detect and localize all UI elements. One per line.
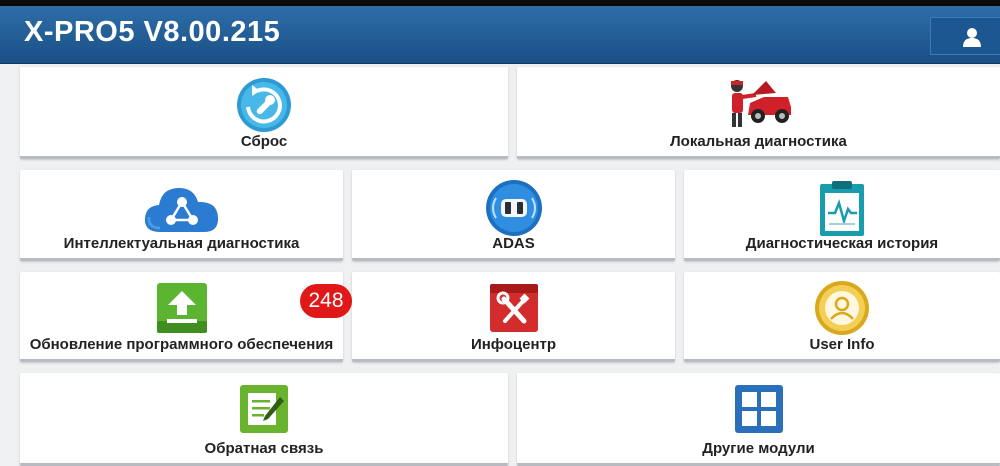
notepad-pencil-icon <box>240 385 288 433</box>
adas-car-radar-icon <box>485 180 542 236</box>
app-title: X-PRO5 V8.00.215 <box>24 16 281 48</box>
intelligent-diagnostics-tile[interactable]: Интеллектуальная диагностика <box>20 170 343 261</box>
app-header: X-PRO5 V8.00.215 <box>0 6 1000 64</box>
toolbox-icon <box>489 284 538 332</box>
intelligent-diagnostics-label: Интеллектуальная диагностика <box>63 235 300 252</box>
local-diagnostics-tile[interactable]: Локальная диагностика <box>517 67 1000 159</box>
feedback-tile[interactable]: Обратная связь <box>20 373 508 466</box>
infocenter-label: Инфоцентр <box>470 336 557 353</box>
grid-modules-icon <box>734 385 783 433</box>
software-update-tile[interactable]: 248 Обновление программного обеспечения <box>20 272 352 362</box>
update-count-badge: 248 <box>300 284 352 318</box>
user-icon <box>963 28 981 47</box>
adas-tile[interactable]: ADAS <box>352 170 675 261</box>
user-profile-icon <box>815 281 869 335</box>
clipboard-chart-icon <box>820 181 864 236</box>
user-account-button[interactable] <box>930 17 1000 55</box>
upload-arrow-icon <box>156 283 207 333</box>
cloud-share-icon <box>144 188 218 232</box>
user-info-tile[interactable]: User Info <box>684 272 1000 362</box>
infocenter-tile[interactable]: Инфоцентр <box>352 272 675 362</box>
reset-label: Сброс <box>240 133 288 150</box>
reset-wrench-icon <box>237 78 291 132</box>
other-modules-tile[interactable]: Другие модули <box>517 373 1000 466</box>
software-update-label: Обновление программного обеспечения <box>29 336 334 353</box>
reset-tile[interactable]: Сброс <box>20 67 508 159</box>
local-diagnostics-label: Локальная диагностика <box>670 133 847 150</box>
diagnostic-history-tile[interactable]: Диагностическая история <box>684 170 1000 261</box>
diagnostic-history-label: Диагностическая история <box>745 235 939 252</box>
user-info-label: User Info <box>809 336 875 353</box>
mechanic-car-icon <box>730 80 791 127</box>
feedback-label: Обратная связь <box>204 440 324 457</box>
adas-label: ADAS <box>492 235 535 252</box>
other-modules-label: Другие модули <box>702 440 815 457</box>
